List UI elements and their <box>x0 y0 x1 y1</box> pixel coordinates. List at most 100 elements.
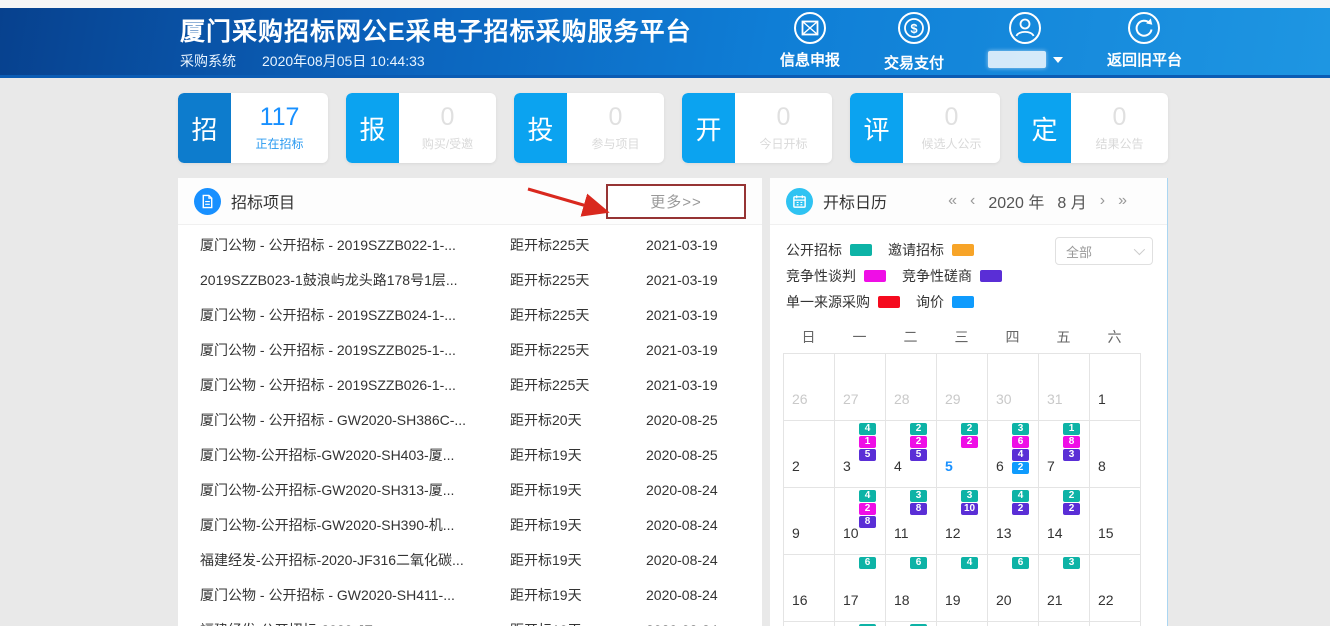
next-year-button[interactable]: » <box>1118 192 1127 210</box>
project-countdown: 距开标20天 <box>510 410 646 430</box>
day-number: 4 <box>894 458 902 474</box>
calendar-day-cell[interactable]: 15 <box>1090 488 1141 555</box>
page-title: 厦门采购招标网公E采电子招标采购服务平台 <box>180 12 692 48</box>
calendar-day-cell[interactable]: 23 <box>784 622 835 626</box>
calendar-day-cell[interactable]: 26 <box>784 354 835 421</box>
day-badges: 22 <box>961 423 978 449</box>
calendar-day-cell[interactable]: 28 <box>886 354 937 421</box>
project-row[interactable]: 福建经发-公开招标-2020-JF...距开标19天2020-08-24 <box>178 612 762 626</box>
project-row[interactable]: 厦门公物-公开招标-GW2020-SH313-厦...距开标19天2020-08… <box>178 472 762 507</box>
project-row[interactable]: 厦门公物 - 公开招标 - 2019SZZB024-1-...距开标225天20… <box>178 297 762 332</box>
user-menu[interactable] <box>988 10 1063 73</box>
calendar-day-cell[interactable]: 419 <box>937 555 988 622</box>
info-declare-button[interactable]: 信息申报 <box>780 10 840 73</box>
stat-value: 0 <box>1113 105 1127 130</box>
calendar-day-cell[interactable]: 27 <box>835 354 886 421</box>
calendar-day-cell[interactable]: 4213 <box>988 488 1039 555</box>
system-label: 采购系统 <box>180 51 236 71</box>
badge-magenta: 2 <box>961 436 978 448</box>
calendar-day-cell[interactable]: 225 4 <box>886 421 937 488</box>
stat-card-4[interactable]: 开0今日开标 <box>682 93 832 163</box>
header-datetime: 2020年08月05日 10:44:33 <box>262 51 425 71</box>
calendar-day-cell[interactable]: 16 <box>784 555 835 622</box>
calendar-day-cell[interactable]: 29 <box>1090 622 1141 626</box>
calendar-day-cell[interactable]: 4153 <box>835 421 886 488</box>
day-number: 18 <box>894 592 910 608</box>
return-old-platform-button[interactable]: 返回旧平台 <box>1107 10 1182 73</box>
calendar-day-cell[interactable]: 29 <box>937 354 988 421</box>
header-subline: 采购系统 2020年08月05日 10:44:33 <box>180 51 692 71</box>
more-button[interactable]: 更多>> <box>606 184 746 219</box>
project-name: 厦门公物 - 公开招标 - GW2020-SH386C-... <box>200 410 510 430</box>
calendar-day-cell[interactable]: 9 <box>784 488 835 555</box>
stat-char: 评 <box>850 93 903 163</box>
project-open-date: 2020-08-24 <box>646 587 736 603</box>
calendar-day-cell[interactable]: 617 <box>835 555 886 622</box>
project-countdown: 距开标19天 <box>510 515 646 535</box>
calendar-day-cell[interactable]: 24 <box>835 622 886 626</box>
project-row[interactable]: 厦门公物 - 公开招标 - 2019SZZB022-1-...距开标225天20… <box>178 227 762 262</box>
calendar-day-cell[interactable]: 22 <box>1090 555 1141 622</box>
calendar-day-cell[interactable]: 26 <box>937 622 988 626</box>
legend-chip-purple <box>980 270 1002 282</box>
legend-label: 竞争性磋商 <box>902 266 972 286</box>
day-number: 17 <box>843 592 859 608</box>
stat-card-3[interactable]: 投0参与项目 <box>514 93 664 163</box>
project-name: 厦门公物-公开招标-GW2020-SH403-厦... <box>200 445 510 465</box>
calendar-day-cell[interactable]: 1837 <box>1039 421 1090 488</box>
project-row[interactable]: 厦门公物 - 公开招标 - 2019SZZB025-1-...距开标225天20… <box>178 332 762 367</box>
action-label: 交易支付 <box>884 52 944 73</box>
project-row[interactable]: 厦门公物-公开招标-GW2020-SH390-机...距开标19天2020-08… <box>178 507 762 542</box>
calendar-day-cell[interactable]: 36426 <box>988 421 1039 488</box>
calendar-day-cell[interactable]: 25 <box>886 622 937 626</box>
badge-purple: 2 <box>1063 503 1080 515</box>
calendar-day-cell[interactable]: 2 <box>784 421 835 488</box>
bid-projects-list: 厦门公物 - 公开招标 - 2019SZZB022-1-...距开标225天20… <box>178 225 762 626</box>
calendar-day-cell[interactable]: 30 <box>988 354 1039 421</box>
stat-info: 117正在招标 <box>231 93 328 163</box>
project-row[interactable]: 福建经发-公开招标-2020-JF316二氧化碳...距开标19天2020-08… <box>178 542 762 577</box>
stat-value: 0 <box>609 105 623 130</box>
calendar-day-cell[interactable]: 6 18 <box>886 555 937 622</box>
main-content: 招标项目 更多>> 厦门公物 - 公开招标 - 2019SZZB022-1-..… <box>178 178 1168 626</box>
calendar-day-cell[interactable]: 31012 <box>937 488 988 555</box>
next-month-button[interactable]: › <box>1100 192 1105 210</box>
trade-pay-button[interactable]: $ 交易支付 <box>884 10 944 73</box>
badge-magenta: 2 <box>910 436 927 448</box>
legend-row: 竞争性谈判竞争性磋商 <box>786 263 1151 289</box>
calendar-day-cell[interactable]: 321 <box>1039 555 1090 622</box>
day-number: 8 <box>1098 458 1106 474</box>
day-badges: 225 <box>910 423 927 462</box>
project-row[interactable]: 厦门公物 - 公开招标 - GW2020-SH386C-...距开标20天202… <box>178 402 762 437</box>
open-bid-calendar-panel: 开标日历 « ‹ 2020 年 8 月 › » 公开招标邀请招标竞争性谈判竞争性… <box>770 178 1168 626</box>
calendar-day-cell[interactable]: 3811 <box>886 488 937 555</box>
calendar-day-cell[interactable]: 1 <box>1090 354 1141 421</box>
stat-card-5[interactable]: 评0候选人公示 <box>850 93 1000 163</box>
calendar-day-cell[interactable]: 2214 <box>1039 488 1090 555</box>
project-row[interactable]: 厦门公物 - 公开招标 - GW2020-SH411-...距开标19天2020… <box>178 577 762 612</box>
badge-teal: 3 <box>961 490 978 502</box>
project-row[interactable]: 2019SZZB023-1鼓浪屿龙头路178号1层...距开标225天2021-… <box>178 262 762 297</box>
calendar-day-cell[interactable]: 42810 <box>835 488 886 555</box>
prev-month-button[interactable]: ‹ <box>970 192 975 210</box>
badge-teal: 6 <box>910 557 927 569</box>
stat-card-1[interactable]: 招117正在招标 <box>178 93 328 163</box>
calendar-day-cell[interactable]: 27 <box>988 622 1039 626</box>
stat-card-6[interactable]: 定0结果公告 <box>1018 93 1168 163</box>
prev-year-button[interactable]: « <box>948 192 957 210</box>
project-name: 厦门公物 - 公开招标 - 2019SZZB025-1-... <box>200 340 510 360</box>
day-badges: 415 <box>859 423 876 462</box>
calendar-day-cell[interactable]: 8 <box>1090 421 1141 488</box>
calendar-day-cell[interactable]: 31 <box>1039 354 1090 421</box>
calendar-day-cell[interactable]: 225 <box>937 421 988 488</box>
calendar-day-cell[interactable]: 28 <box>1039 622 1090 626</box>
day-badges: 42 <box>1012 490 1029 516</box>
day-number: 20 <box>996 592 1012 608</box>
project-row[interactable]: 厦门公物 - 公开招标 - 2019SZZB026-1-...距开标225天20… <box>178 367 762 402</box>
calendar-day-cell[interactable]: 620 <box>988 555 1039 622</box>
project-name: 厦门公物 - 公开招标 - 2019SZZB022-1-... <box>200 235 510 255</box>
project-row[interactable]: 厦门公物-公开招标-GW2020-SH403-厦...距开标19天2020-08… <box>178 437 762 472</box>
calendar-week-row: 16617 6 18 41962032122 <box>784 555 1141 622</box>
stat-card-2[interactable]: 报0购买/受邀 <box>346 93 496 163</box>
type-filter-select[interactable]: 全部 <box>1055 237 1153 265</box>
